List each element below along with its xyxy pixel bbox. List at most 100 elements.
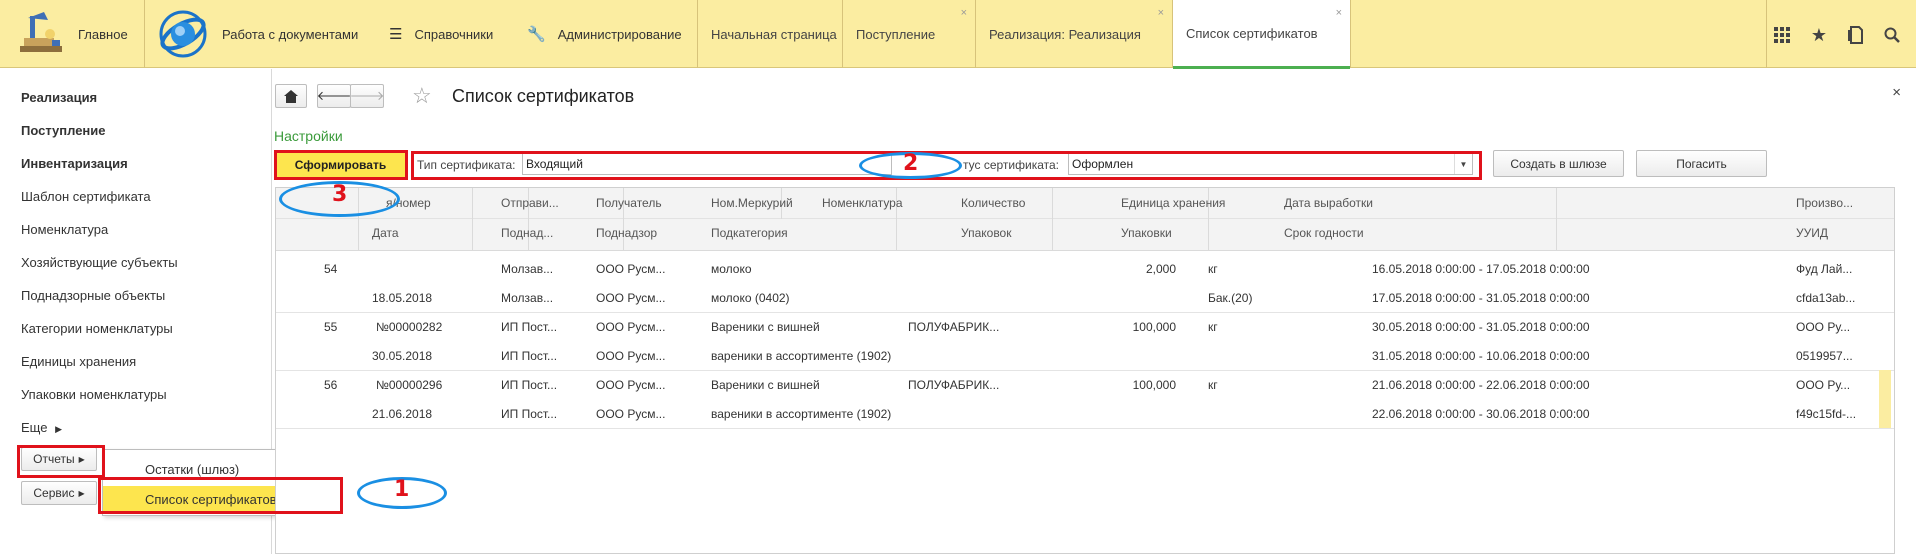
- col-header-shelf-life[interactable]: Срок годности: [1284, 226, 1364, 240]
- cell-supervised: ООО Русм...: [596, 291, 666, 305]
- col-header-date[interactable]: Дата: [372, 226, 399, 240]
- section-documents[interactable]: Работа с документами: [158, 0, 368, 68]
- cell-unit: кг: [1208, 378, 1218, 392]
- apps-grid-icon[interactable]: [1771, 24, 1793, 46]
- col-header-subcategory[interactable]: Подкатегория: [711, 226, 788, 240]
- cell-recipient: ООО Русм...: [596, 378, 666, 392]
- col-header-sender[interactable]: Отправи...: [501, 196, 559, 210]
- cell-production-date: 21.06.2018 0:00:00 - 22.06.2018 0:00:00: [1372, 378, 1590, 392]
- home-label: Главное: [78, 26, 128, 42]
- nav-cert-template[interactable]: Шаблон сертификата: [21, 189, 151, 204]
- section-directories[interactable]: ☰ Справочники: [389, 0, 509, 68]
- nav-nomenclature-categories[interactable]: Категории номенклатуры: [21, 321, 173, 336]
- cell-quantity: 2,000: [1145, 262, 1176, 276]
- cell-date: 30.05.2018: [372, 349, 433, 363]
- create-in-gateway-button[interactable]: Создать в шлюзе: [1493, 150, 1624, 177]
- cell-producer: ООО Ру...: [1796, 320, 1851, 334]
- reports-button[interactable]: Отчеты ▶: [21, 447, 97, 471]
- cell-recipient: ООО Русм...: [596, 262, 666, 276]
- col-header-uuid[interactable]: УУИД: [1796, 226, 1828, 240]
- section-label: Справочники: [414, 26, 494, 42]
- nav-more[interactable]: Еще ▶: [21, 420, 62, 435]
- annotation-number-3: 3: [332, 182, 348, 207]
- nav-receipt[interactable]: Поступление: [21, 123, 106, 138]
- forward-button[interactable]: 🡒: [350, 84, 384, 108]
- cell-sender-object: ИП Пост...: [501, 407, 558, 421]
- tab-close-icon[interactable]: ×: [1158, 8, 1164, 19]
- service-button[interactable]: Сервис ▶: [21, 481, 97, 505]
- home-section[interactable]: Главное: [14, 0, 144, 68]
- divider: [1556, 188, 1557, 250]
- cell-uuid: f49c15fd-...: [1796, 407, 1857, 421]
- cell-number: №00000296: [376, 378, 443, 392]
- divider: [276, 250, 1894, 251]
- separator: [144, 0, 145, 68]
- cell-nomenclature: ПОЛУФАБРИК...: [908, 320, 1000, 334]
- cell-number: №00000282: [376, 320, 443, 334]
- col-header-storage-unit[interactable]: Единица хранения: [1121, 196, 1225, 210]
- nav-nomenclature[interactable]: Номенклатура: [21, 222, 108, 237]
- globe-logo-icon: [159, 10, 207, 58]
- history-icon[interactable]: [1845, 24, 1867, 46]
- cell-unit: кг: [1208, 320, 1218, 334]
- section-label: Администрирование: [557, 26, 682, 42]
- col-header-quantity[interactable]: Количество: [961, 196, 1025, 210]
- col-header-number[interactable]: я/номер: [386, 196, 431, 210]
- tab-label: Список сертификатов: [1186, 25, 1318, 41]
- divider: [276, 428, 1894, 429]
- tab-certificates[interactable]: Список сертификатов ×: [1173, 0, 1350, 69]
- wrench-icon: 🔧: [527, 26, 546, 43]
- star-icon[interactable]: ★: [1808, 24, 1830, 46]
- nav-sales[interactable]: Реализация: [21, 90, 97, 105]
- col-header-nomenclature[interactable]: Номенклатура: [822, 196, 903, 210]
- back-button[interactable]: 🡐: [317, 84, 351, 108]
- row-marker: [1879, 370, 1891, 428]
- cell-shelf-life: 22.06.2018 0:00:00 - 30.06.2018 0:00:00: [1372, 407, 1590, 421]
- cell-uuid: cfda13ab...: [1796, 291, 1856, 305]
- cell-sender: ИП Пост...: [501, 320, 558, 334]
- cert-status-value: Оформлен: [1072, 157, 1134, 171]
- tab-sales[interactable]: Реализация: Реализация ×: [976, 0, 1172, 68]
- close-form-icon[interactable]: ×: [1892, 84, 1901, 101]
- col-header-producer[interactable]: Произво...: [1796, 196, 1853, 210]
- col-header-sender-object[interactable]: Поднад...: [501, 226, 553, 240]
- tab-label: Начальная страница: [711, 26, 837, 42]
- tab-receipt[interactable]: Поступление ×: [843, 0, 975, 68]
- cert-type-value: Входящий: [526, 157, 583, 171]
- col-header-supervised[interactable]: Поднадзор: [596, 226, 657, 240]
- cell-production-date: 30.05.2018 0:00:00 - 31.05.2018 0:00:00: [1372, 320, 1590, 334]
- cell-packaging: Бак.(20): [1208, 291, 1253, 305]
- nav-supervised-objects[interactable]: Поднадзорные объекты: [21, 288, 165, 303]
- home-desk-icon: [20, 12, 62, 52]
- col-header-packages[interactable]: Упаковок: [961, 226, 1011, 240]
- nav-storage-units[interactable]: Единицы хранения: [21, 354, 136, 369]
- cell-subcategory: вареники в ассортименте (1902): [711, 407, 892, 421]
- settings-link[interactable]: Настройки: [274, 128, 343, 144]
- cert-status-field[interactable]: Оформлен ▼: [1068, 153, 1473, 175]
- cell-producer: ООО Ру...: [1796, 378, 1851, 392]
- dropdown-arrow-icon[interactable]: ▼: [1454, 154, 1472, 174]
- top-bar: Главное Работа с документами ☰ Справочни…: [0, 0, 1916, 69]
- redeem-button[interactable]: Погасить: [1636, 150, 1767, 177]
- nav-inventory[interactable]: Инвентаризация: [21, 156, 128, 171]
- cell-shelf-life: 17.05.2018 0:00:00 - 31.05.2018 0:00:00: [1372, 291, 1590, 305]
- caret-right-icon: ▶: [55, 424, 62, 434]
- search-icon[interactable]: [1881, 24, 1903, 46]
- section-admin[interactable]: 🔧 Администрирование: [527, 0, 687, 68]
- separator: [1766, 0, 1767, 68]
- tab-home-page[interactable]: Начальная страница: [698, 0, 842, 68]
- cell-shelf-life: 31.05.2018 0:00:00 - 10.06.2018 0:00:00: [1372, 349, 1590, 363]
- col-header-recipient[interactable]: Получатель: [596, 196, 662, 210]
- nav-business-entities[interactable]: Хозяйствующие субъекты: [21, 255, 178, 270]
- col-header-mercury[interactable]: Ном.Меркурий: [711, 196, 793, 210]
- favorite-star-icon[interactable]: ☆: [412, 83, 432, 109]
- home-button[interactable]: [275, 84, 307, 108]
- cert-type-field[interactable]: Входящий: [522, 153, 892, 175]
- divider: [276, 312, 1894, 313]
- tab-close-icon[interactable]: ×: [961, 8, 967, 19]
- col-header-packaging[interactable]: Упаковки: [1121, 226, 1172, 240]
- nav-packaging[interactable]: Упаковки номенклатуры: [21, 387, 167, 402]
- generate-button[interactable]: Сформировать: [275, 152, 406, 178]
- tab-close-icon[interactable]: ×: [1336, 8, 1342, 19]
- col-header-production-date[interactable]: Дата выработки: [1284, 196, 1373, 210]
